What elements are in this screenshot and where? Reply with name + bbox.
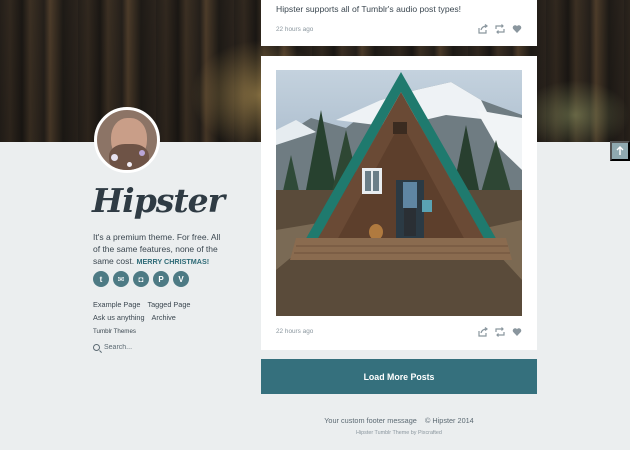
- vine-icon[interactable]: V: [173, 271, 189, 287]
- bio-highlight[interactable]: MERRY CHRISTMAS!: [136, 257, 209, 266]
- audio-post: Hipster supports all of Tumblr's audio p…: [261, 0, 537, 46]
- footer-message: Your custom footer message © Hipster 201…: [261, 416, 537, 425]
- footer-credit[interactable]: Hipster Tumblr Theme by Pixcrafted: [261, 430, 537, 436]
- search-box: [93, 344, 164, 351]
- scroll-to-top-button[interactable]: [610, 141, 630, 161]
- avatar-flower: [111, 154, 118, 161]
- reblog-icon[interactable]: [495, 327, 505, 337]
- avatar-flower: [127, 162, 132, 167]
- mail-icon[interactable]: ✉: [113, 271, 129, 287]
- post-actions: [478, 24, 522, 34]
- like-icon[interactable]: [512, 24, 522, 34]
- pinterest-icon[interactable]: P: [153, 271, 169, 287]
- sidebar-link-archive[interactable]: Archive: [152, 311, 176, 324]
- post-title: Hipster supports all of Tumblr's audio p…: [276, 4, 462, 14]
- footer-custom-message: Your custom footer message: [324, 416, 417, 425]
- sidebar-link-tagged-page[interactable]: Tagged Page: [147, 298, 190, 311]
- load-more-button[interactable]: Load More Posts: [261, 359, 537, 394]
- sidebar-link-example-page[interactable]: Example Page: [93, 298, 140, 311]
- post-actions: [478, 327, 522, 337]
- footer-copyright: © Hipster 2014: [424, 416, 474, 425]
- search-icon: [93, 344, 100, 351]
- like-icon[interactable]: [512, 327, 522, 337]
- post-timestamp[interactable]: 22 hours ago: [276, 328, 313, 335]
- instagram-icon[interactable]: ◘: [133, 271, 149, 287]
- post-photo-cabin[interactable]: [276, 70, 522, 316]
- photo-post: 22 hours ago: [261, 56, 537, 350]
- post-timestamp[interactable]: 22 hours ago: [276, 26, 313, 33]
- share-icon[interactable]: [478, 327, 488, 337]
- social-links: t ✉ ◘ P V: [93, 271, 189, 287]
- arrow-up-icon: [616, 146, 624, 155]
- search-input[interactable]: [104, 344, 164, 351]
- cabin-illustration: [276, 72, 522, 316]
- avatar[interactable]: [94, 107, 160, 173]
- sidebar-link-ask[interactable]: Ask us anything: [93, 311, 145, 324]
- avatar-flower: [139, 150, 145, 156]
- twitter-icon[interactable]: t: [93, 271, 109, 287]
- sidebar-link-tumblr-themes[interactable]: Tumblr Themes: [93, 325, 136, 338]
- share-icon[interactable]: [478, 24, 488, 34]
- blog-logo[interactable]: Hipster: [92, 181, 225, 220]
- blog-description: It's a premium theme. For free. All of t…: [93, 231, 223, 268]
- reblog-icon[interactable]: [495, 24, 505, 34]
- sidebar-links: Example Page Tagged Page Ask us anything…: [93, 298, 243, 338]
